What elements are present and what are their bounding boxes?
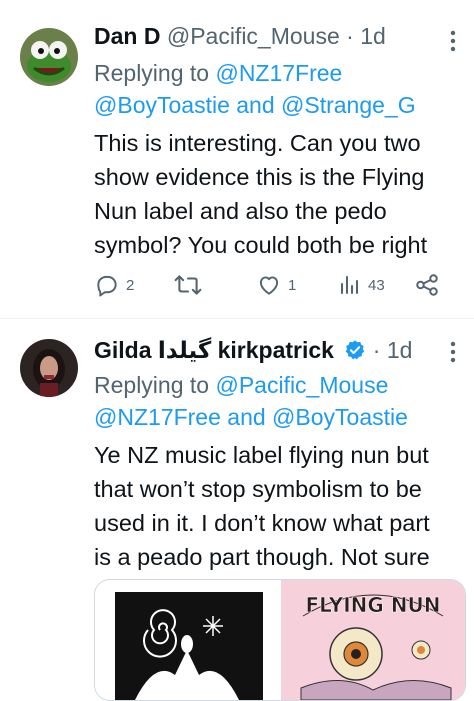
replying-to-label: Replying to [94,60,210,86]
views-count: 43 [368,276,385,294]
tweet-1[interactable]: Dan D @Pacific_Mouse · 1d Replying to @N… [0,0,474,318]
more-options-button[interactable] [438,26,468,56]
replying-to-label: Replying to [94,372,210,398]
tweet-text-line: that won’t stop symbolism to be [94,476,422,502]
replying-to-line-2: @NZ17Free and @BoyToastie [94,402,408,433]
tweet-text-line: symbol? You could both be right [94,232,428,258]
share-icon [416,274,438,296]
flying-nun-logo-text: FLYING NUN [305,593,440,617]
media-image-2[interactable]: FLYING NUN [281,580,465,700]
replying-to-line-1: Replying to @Pacific_Mouse [94,370,388,401]
avatar-kermit[interactable] [20,28,78,86]
mention-link[interactable]: @BoyToastie [94,92,230,118]
media-image-1[interactable] [95,580,280,700]
mention-link[interactable]: @NZ17Free [215,60,342,86]
media-grid: FLYING NUN [94,579,466,701]
verified-badge-icon [346,340,365,360]
like-button[interactable]: 1 [256,272,296,298]
tweet-text-line: Ye NZ music label flying nun but [94,442,429,468]
retweet-button[interactable] [174,272,202,298]
tweet-text-line: Nun label and also the pedo [94,198,387,224]
like-count: 1 [288,276,297,294]
action-bar: 2 1 43 [94,272,464,302]
separator-dot: · [346,23,354,49]
tweet-text: This is interesting. Can you two show ev… [94,126,464,262]
views-button[interactable]: 43 [338,272,385,298]
tweet-timestamp[interactable]: 1d [360,23,386,49]
tweet-text-line: show evidence this is the Flying [94,164,425,190]
mention-link[interactable]: @BoyToastie [272,404,408,430]
and-others-link[interactable]: and [236,92,274,118]
retweet-icon [174,275,202,295]
reply-icon [97,275,117,297]
replying-to-line-2: @BoyToastie and @Strange_G [94,90,416,121]
more-options-button[interactable] [438,337,468,367]
author-handle[interactable]: @Pacific_Mouse [167,23,340,49]
reply-button[interactable]: 2 [94,272,134,298]
share-button[interactable] [414,272,440,298]
reply-count: 2 [126,276,135,294]
mention-link[interactable]: @NZ17Free [94,404,221,430]
tweet-text-line: used in it. I don’t know what part [94,510,430,536]
and-others-link[interactable]: and [227,404,265,430]
mention-link[interactable]: @Pacific_Mouse [215,372,388,398]
replying-to-line-1: Replying to @NZ17Free [94,58,342,89]
avatar-gilda[interactable] [20,339,78,397]
tweet-text: Ye NZ music label flying nun but that wo… [94,438,464,574]
woman-avatar-icon [20,339,78,397]
tweet-text-line: This is interesting. Can you two [94,130,421,156]
mention-link[interactable]: @Strange_G [281,92,416,118]
spiral-figure-image [115,592,263,700]
separator-dot: · [372,337,381,363]
views-chart-icon [341,276,358,294]
more-vertical-icon [450,341,456,363]
tweet-text-line: is a peado part though. Not sure [94,544,430,570]
author-name[interactable]: Gilda گیلدا kirkpatrick [94,337,334,363]
more-vertical-icon [450,30,456,52]
flying-nun-logo-image: FLYING NUN [281,580,465,700]
tweet-timestamp[interactable]: 1d [387,337,413,363]
author-name[interactable]: Dan D [94,23,160,49]
heart-icon [259,276,279,295]
kermit-avatar-icon [20,28,78,86]
